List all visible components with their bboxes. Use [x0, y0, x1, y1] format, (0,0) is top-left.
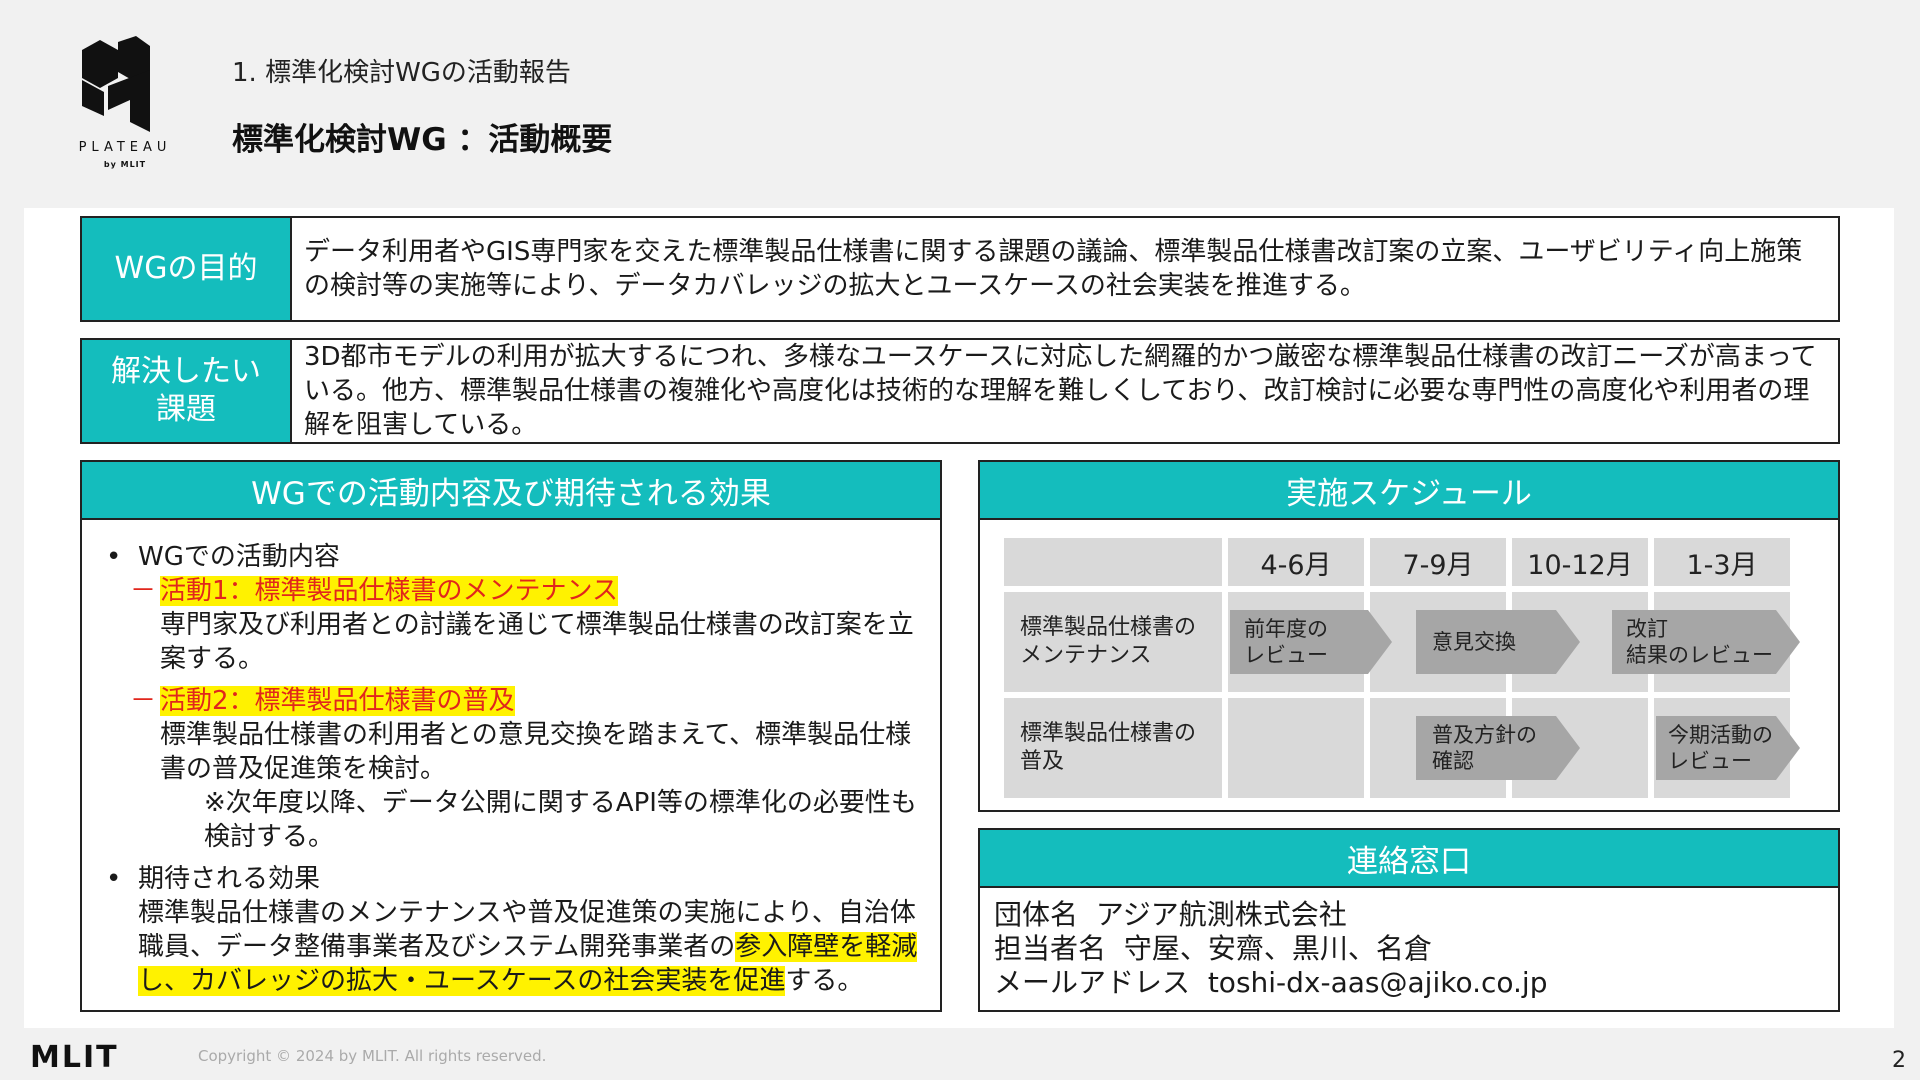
section-title: 1. 標準化検討WGの活動報告	[232, 58, 571, 88]
schedule-title: 実施スケジュール	[980, 462, 1838, 520]
effect-text: 標準製品仕様書のメンテナンスや普及促進策の実施により、自治体職員、データ整備事業…	[138, 896, 924, 998]
gantt-row-label-promotion: 標準製品仕様書の 普及	[1004, 698, 1222, 798]
task-revision-review: 改訂 結果のレビュー	[1612, 610, 1800, 674]
issue-label-line1: 解決したい	[111, 354, 261, 389]
activity1-body: 専門家及び利用者との討議を通じて標準製品仕様書の改訂案を立案する。	[160, 610, 914, 674]
gantt-corner	[1004, 538, 1222, 586]
period-q3: 10-12月	[1512, 538, 1648, 586]
contact-org-label: 団体名	[994, 898, 1079, 931]
activities-bullet1: WGでの活動内容	[138, 542, 340, 572]
period-q4: 1-3月	[1654, 538, 1790, 586]
contact-email: メールアドレス toshi-dx-aas@ajiko.co.jp	[994, 966, 1547, 1000]
issue-text: 3D都市モデルの利用が拡大するにつれ、多様なユースケースに対応した網羅的かつ厳密…	[304, 342, 1817, 440]
contact-person: 担当者名 守屋、安齋、黒川、名倉	[994, 932, 1432, 966]
mlit-logo: MLIT	[30, 1040, 119, 1075]
dash-marker: －	[130, 576, 157, 606]
logo-sub-text: by MLIT	[103, 160, 147, 169]
bullet-dot: •	[106, 542, 122, 572]
issue-label: 解決したい 課題	[82, 340, 292, 442]
contact-org: 団体名 アジア航測株式会社	[994, 898, 1347, 932]
contact-person-label: 担当者名	[994, 932, 1107, 965]
activities-card: WGでの活動内容及び期待される効果 • WGでの活動内容 － 活動1：標準製品仕…	[80, 460, 942, 1012]
purpose-label: WGの目的	[82, 218, 292, 320]
contact-org-value: アジア航測株式会社	[1095, 898, 1347, 931]
activities-title: WGでの活動内容及び期待される効果	[82, 462, 940, 520]
activity1-title: 活動1：標準製品仕様書のメンテナンス	[160, 576, 619, 606]
contact-card: 連絡窓口 団体名 アジア航測株式会社 担当者名 守屋、安齋、黒川、名倉 メールア…	[978, 828, 1840, 1012]
issue-label-line2: 課題	[156, 392, 216, 427]
issue-row: 解決したい 課題 3D都市モデルの利用が拡大するにつれ、多様なユースケースに対応…	[80, 338, 1840, 444]
activity2-body: 標準製品仕様書の利用者との意見交換を踏まえて、標準製品仕様書の普及促進策を検討。	[160, 720, 912, 784]
contact-email-value[interactable]: toshi-dx-aas@ajiko.co.jp	[1208, 966, 1548, 999]
activities-bullet2: 期待される効果	[138, 864, 321, 894]
purpose-text: データ利用者やGIS専門家を交えた標準製品仕様書に関する課題の議論、標準製品仕様…	[304, 237, 1803, 301]
plateau-cube-icon	[82, 36, 150, 132]
task-previous-review: 前年度の レビュー	[1230, 610, 1392, 674]
page-title: 標準化検討WG ：活動概要	[232, 122, 613, 158]
period-q2: 7-9月	[1370, 538, 1506, 586]
gantt-row-label-maintenance: 標準製品仕様書の メンテナンス	[1004, 592, 1222, 692]
dash-marker: －	[130, 686, 157, 716]
activity2-title: 活動2：標準製品仕様書の普及	[160, 686, 515, 716]
task-activity-review: 今期活動の レビュー	[1656, 716, 1800, 780]
copyright-text: Copyright © 2024 by MLIT. All rights res…	[198, 1047, 547, 1065]
gantt-cell	[1228, 698, 1364, 798]
activity2-note: ※次年度以降、データ公開に関するAPI等の標準化の必要性も検討する。	[204, 788, 917, 852]
contact-email-label: メールアドレス	[994, 966, 1191, 999]
schedule-card: 実施スケジュール 4-6月 7-9月 10-12月 1-3月 標準製品仕様書の …	[978, 460, 1840, 812]
logo-brand-text: PLATEAU	[78, 140, 172, 155]
effect-post: する。	[785, 966, 864, 996]
task-opinion-exchange: 意見交換	[1416, 610, 1580, 674]
content-panel: WGの目的 データ利用者やGIS専門家を交えた標準製品仕様書に関する課題の議論、…	[24, 208, 1894, 1028]
period-q1: 4-6月	[1228, 538, 1364, 586]
contact-person-value: 守屋、安齋、黒川、名倉	[1123, 932, 1432, 965]
contact-title: 連絡窓口	[980, 830, 1838, 888]
bullet-dot: •	[106, 864, 122, 894]
page-number: 2	[1892, 1048, 1906, 1073]
purpose-row: WGの目的 データ利用者やGIS専門家を交えた標準製品仕様書に関する課題の議論、…	[80, 216, 1840, 322]
task-policy-check: 普及方針の 確認	[1416, 716, 1580, 780]
plateau-logo: PLATEAU by MLIT	[70, 36, 180, 176]
